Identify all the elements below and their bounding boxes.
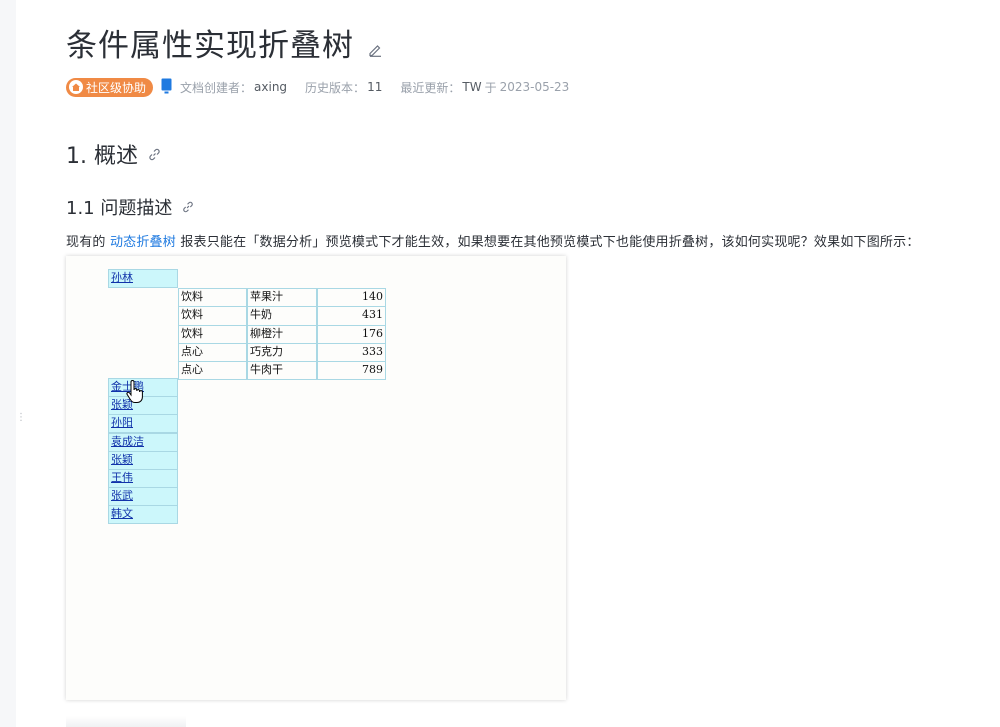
pencil-icon[interactable] bbox=[368, 29, 382, 65]
device-icon bbox=[161, 78, 172, 97]
qty-cell: 333 bbox=[317, 342, 386, 363]
employee-name-link[interactable]: 王伟 bbox=[111, 471, 133, 484]
qty-cell: 176 bbox=[317, 324, 386, 344]
product-cell: 柳橙汁 bbox=[247, 324, 317, 344]
employee-name-link[interactable]: 张颖 bbox=[111, 453, 133, 466]
qty-cell: 789 bbox=[317, 361, 386, 381]
employee-name-link[interactable]: 张武 bbox=[111, 489, 133, 502]
heading-overview: 1. 概述 bbox=[66, 138, 161, 170]
version-label: 历史版本： bbox=[305, 80, 366, 95]
collapsed-name-cell[interactable]: 袁成洁 bbox=[108, 432, 178, 452]
creator-label: 文档创建者： bbox=[180, 80, 253, 95]
next-section-fragment bbox=[66, 716, 186, 727]
employee-name-link[interactable]: 孙阳 bbox=[111, 416, 133, 429]
heading-problem-text: 1.1 问题描述 bbox=[66, 198, 173, 219]
collapsed-name-cell[interactable]: 孙阳 bbox=[108, 414, 178, 434]
heading-problem: 1.1 问题描述 bbox=[66, 194, 194, 220]
category-cell: 点心 bbox=[178, 342, 247, 363]
para-text-before: 现有的 bbox=[66, 235, 106, 250]
home-icon bbox=[69, 80, 83, 94]
problem-paragraph: 现有的 动态折叠树 报表只能在「数据分析」预览模式下才能生效，如果想要在其他预览… bbox=[66, 231, 920, 250]
version-value[interactable]: 11 bbox=[367, 80, 382, 94]
category-cell: 点心 bbox=[178, 361, 247, 381]
page-title: 条件属性实现折叠树 bbox=[66, 20, 382, 65]
link-icon[interactable] bbox=[182, 197, 194, 218]
category-cell: 饮料 bbox=[178, 288, 247, 308]
category-cell: 饮料 bbox=[178, 306, 247, 326]
updated-by: TW bbox=[462, 80, 482, 94]
employee-name-link[interactable]: 袁成洁 bbox=[111, 435, 144, 448]
creator-value: axing bbox=[254, 80, 288, 94]
expanded-name-cell[interactable]: 孙林 bbox=[108, 269, 178, 288]
updated-date: 2023-05-23 bbox=[499, 80, 570, 94]
collapsed-name-cell[interactable]: 张武 bbox=[108, 487, 178, 507]
collapsed-name-cell[interactable]: 韩文 bbox=[108, 505, 178, 525]
para-text-after: 报表只能在「数据分析」预览模式下才能生效，如果想要在其他预览模式下也能使用折叠树… bbox=[180, 235, 920, 250]
dynamic-fold-tree-link[interactable]: 动态折叠树 bbox=[110, 235, 176, 250]
product-cell: 巧克力 bbox=[247, 342, 317, 363]
product-cell: 牛奶 bbox=[247, 306, 317, 326]
page-title-text: 条件属性实现折叠树 bbox=[66, 28, 354, 64]
support-level-badge[interactable]: 社区级协助 bbox=[66, 77, 154, 97]
product-cell: 苹果汁 bbox=[247, 288, 317, 308]
report-preview-image: 孙林 饮料 苹果汁 140 饮料 牛奶 431 饮料 柳橙汁 176 点心 巧克力 333 点心 牛肉干 7… bbox=[66, 256, 566, 700]
employee-name-link[interactable]: 孙林 bbox=[111, 271, 133, 284]
left-rail bbox=[0, 0, 16, 727]
collapsed-name-cell[interactable]: 王伟 bbox=[108, 469, 178, 488]
category-cell: 饮料 bbox=[178, 324, 247, 344]
updated-label: 最近更新： bbox=[400, 80, 461, 95]
link-icon[interactable] bbox=[148, 142, 161, 167]
doc-meta: 社区级协助 文档创建者： axing 历史版本： 11 最近更新： TW 于 2… bbox=[66, 77, 569, 97]
hand-cursor-icon bbox=[126, 380, 143, 403]
updated-sep: 于 bbox=[484, 80, 497, 95]
qty-cell: 431 bbox=[317, 306, 386, 326]
employee-name-link[interactable]: 韩文 bbox=[111, 507, 133, 520]
qty-cell: 140 bbox=[317, 288, 386, 308]
badge-label: 社区级协助 bbox=[86, 80, 147, 95]
product-cell: 牛肉干 bbox=[247, 361, 317, 381]
drag-handle-icon[interactable]: ⋮ bbox=[16, 413, 26, 423]
heading-overview-text: 1. 概述 bbox=[66, 144, 138, 169]
collapsed-name-cell[interactable]: 张颖 bbox=[108, 450, 178, 470]
